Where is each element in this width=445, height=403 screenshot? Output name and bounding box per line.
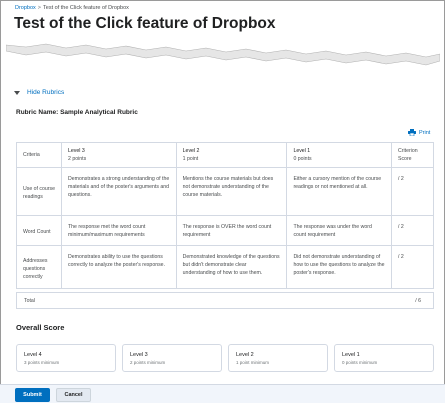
level-name: Level 2: [182, 148, 200, 154]
overall-score-heading: Overall Score: [16, 323, 65, 332]
submit-button[interactable]: Submit: [15, 388, 50, 402]
level-header: Level 3 2 points: [61, 142, 177, 168]
breadcrumb-current: Test of the Click feature of Dropbox: [43, 5, 129, 11]
printer-icon: [408, 129, 416, 136]
card-level-name: Level 1: [342, 352, 360, 358]
level-name: Level 3: [68, 148, 85, 154]
rubric-header-row: Criteria Level 32 points Level 21 point …: [16, 142, 434, 168]
page-title: Test of the Click feature of Dropbox: [14, 15, 276, 32]
card-level-points: 2 points minimum: [130, 360, 166, 365]
table-row: Use of course readings Demonstrates a st…: [16, 167, 434, 216]
torn-edge-divider: [6, 43, 440, 66]
rubric-cell[interactable]: Demonstrates ability to use the question…: [61, 245, 177, 289]
rubric-cell[interactable]: Did not demonstrate understanding of how…: [286, 245, 392, 289]
overall-score-card[interactable]: Level 4 3 points minimum: [16, 344, 116, 372]
card-level-name: Level 4: [24, 352, 42, 358]
table-row: Addresses questions correctly Demonstrat…: [16, 245, 434, 289]
rubric-cell[interactable]: The response was under the word count re…: [286, 215, 392, 246]
level-points: 2 points: [68, 156, 87, 162]
print-button[interactable]: Print: [408, 129, 430, 136]
hide-rubrics-label: Hide Rubrics: [27, 89, 65, 96]
breadcrumb: Dropbox > Test of the Click feature of Dro…: [15, 5, 129, 11]
rubric-name: Rubric Name: Sample Analytical Rubric: [16, 109, 138, 116]
card-level-points: 3 points minimum: [24, 360, 60, 365]
level-header: Level 2 1 point: [175, 142, 288, 168]
level-points: 0 points: [293, 156, 312, 162]
rubric-cell[interactable]: Demonstrated knowledge of the questions …: [175, 245, 288, 289]
criterion-name: Word Count: [16, 215, 62, 246]
rubric-cell[interactable]: The response met the word count minimum/…: [61, 215, 177, 246]
breadcrumb-separator: >: [37, 5, 42, 11]
rubric-cell[interactable]: The response is OVER the word count requ…: [175, 215, 288, 246]
criteria-header: Criteria: [16, 142, 62, 168]
total-row: Total / 6: [16, 292, 434, 309]
total-label: Total: [24, 297, 35, 304]
rubric-table: Criteria Level 32 points Level 21 point …: [16, 142, 434, 289]
level-points: 1 point: [182, 156, 199, 162]
card-level-points: 0 points minimum: [342, 360, 378, 365]
card-level-name: Level 2: [236, 352, 254, 358]
rubric-cell[interactable]: Mentions the course materials but does n…: [175, 167, 288, 216]
overall-score-card[interactable]: Level 1 0 points minimum: [334, 344, 434, 372]
overall-score-card[interactable]: Level 2 1 point minimum: [228, 344, 328, 372]
cancel-button[interactable]: Cancel: [56, 388, 91, 402]
overall-score-card[interactable]: Level 3 2 points minimum: [122, 344, 222, 372]
rubric-cell[interactable]: Either a cursory mention of the course r…: [286, 167, 392, 216]
table-row: Word Count The response met the word cou…: [16, 215, 434, 246]
criterion-name: Addresses questions correctly: [16, 245, 62, 289]
triangle-down-icon: [14, 90, 20, 95]
total-value: / 6: [415, 297, 421, 304]
card-level-points: 1 point minimum: [236, 360, 270, 365]
criterion-name: Use of course readings: [16, 167, 62, 216]
card-level-name: Level 3: [130, 352, 148, 358]
overall-score-options: Level 4 3 points minimum Level 3 2 point…: [16, 344, 434, 372]
hide-rubrics-toggle[interactable]: Hide Rubrics: [14, 89, 64, 96]
criterion-score: / 2: [391, 245, 434, 289]
criterion-score: / 2: [391, 215, 434, 246]
level-header: Level 1 0 points: [286, 142, 392, 168]
rubric-cell[interactable]: Demonstrates a strong understanding of t…: [61, 167, 177, 216]
criterion-score-header: Criterion Score: [391, 142, 434, 168]
criterion-score: / 2: [391, 167, 434, 216]
print-label: Print: [419, 129, 431, 136]
breadcrumb-link-dropbox[interactable]: Dropbox: [15, 5, 36, 11]
level-name: Level 1: [293, 148, 311, 154]
